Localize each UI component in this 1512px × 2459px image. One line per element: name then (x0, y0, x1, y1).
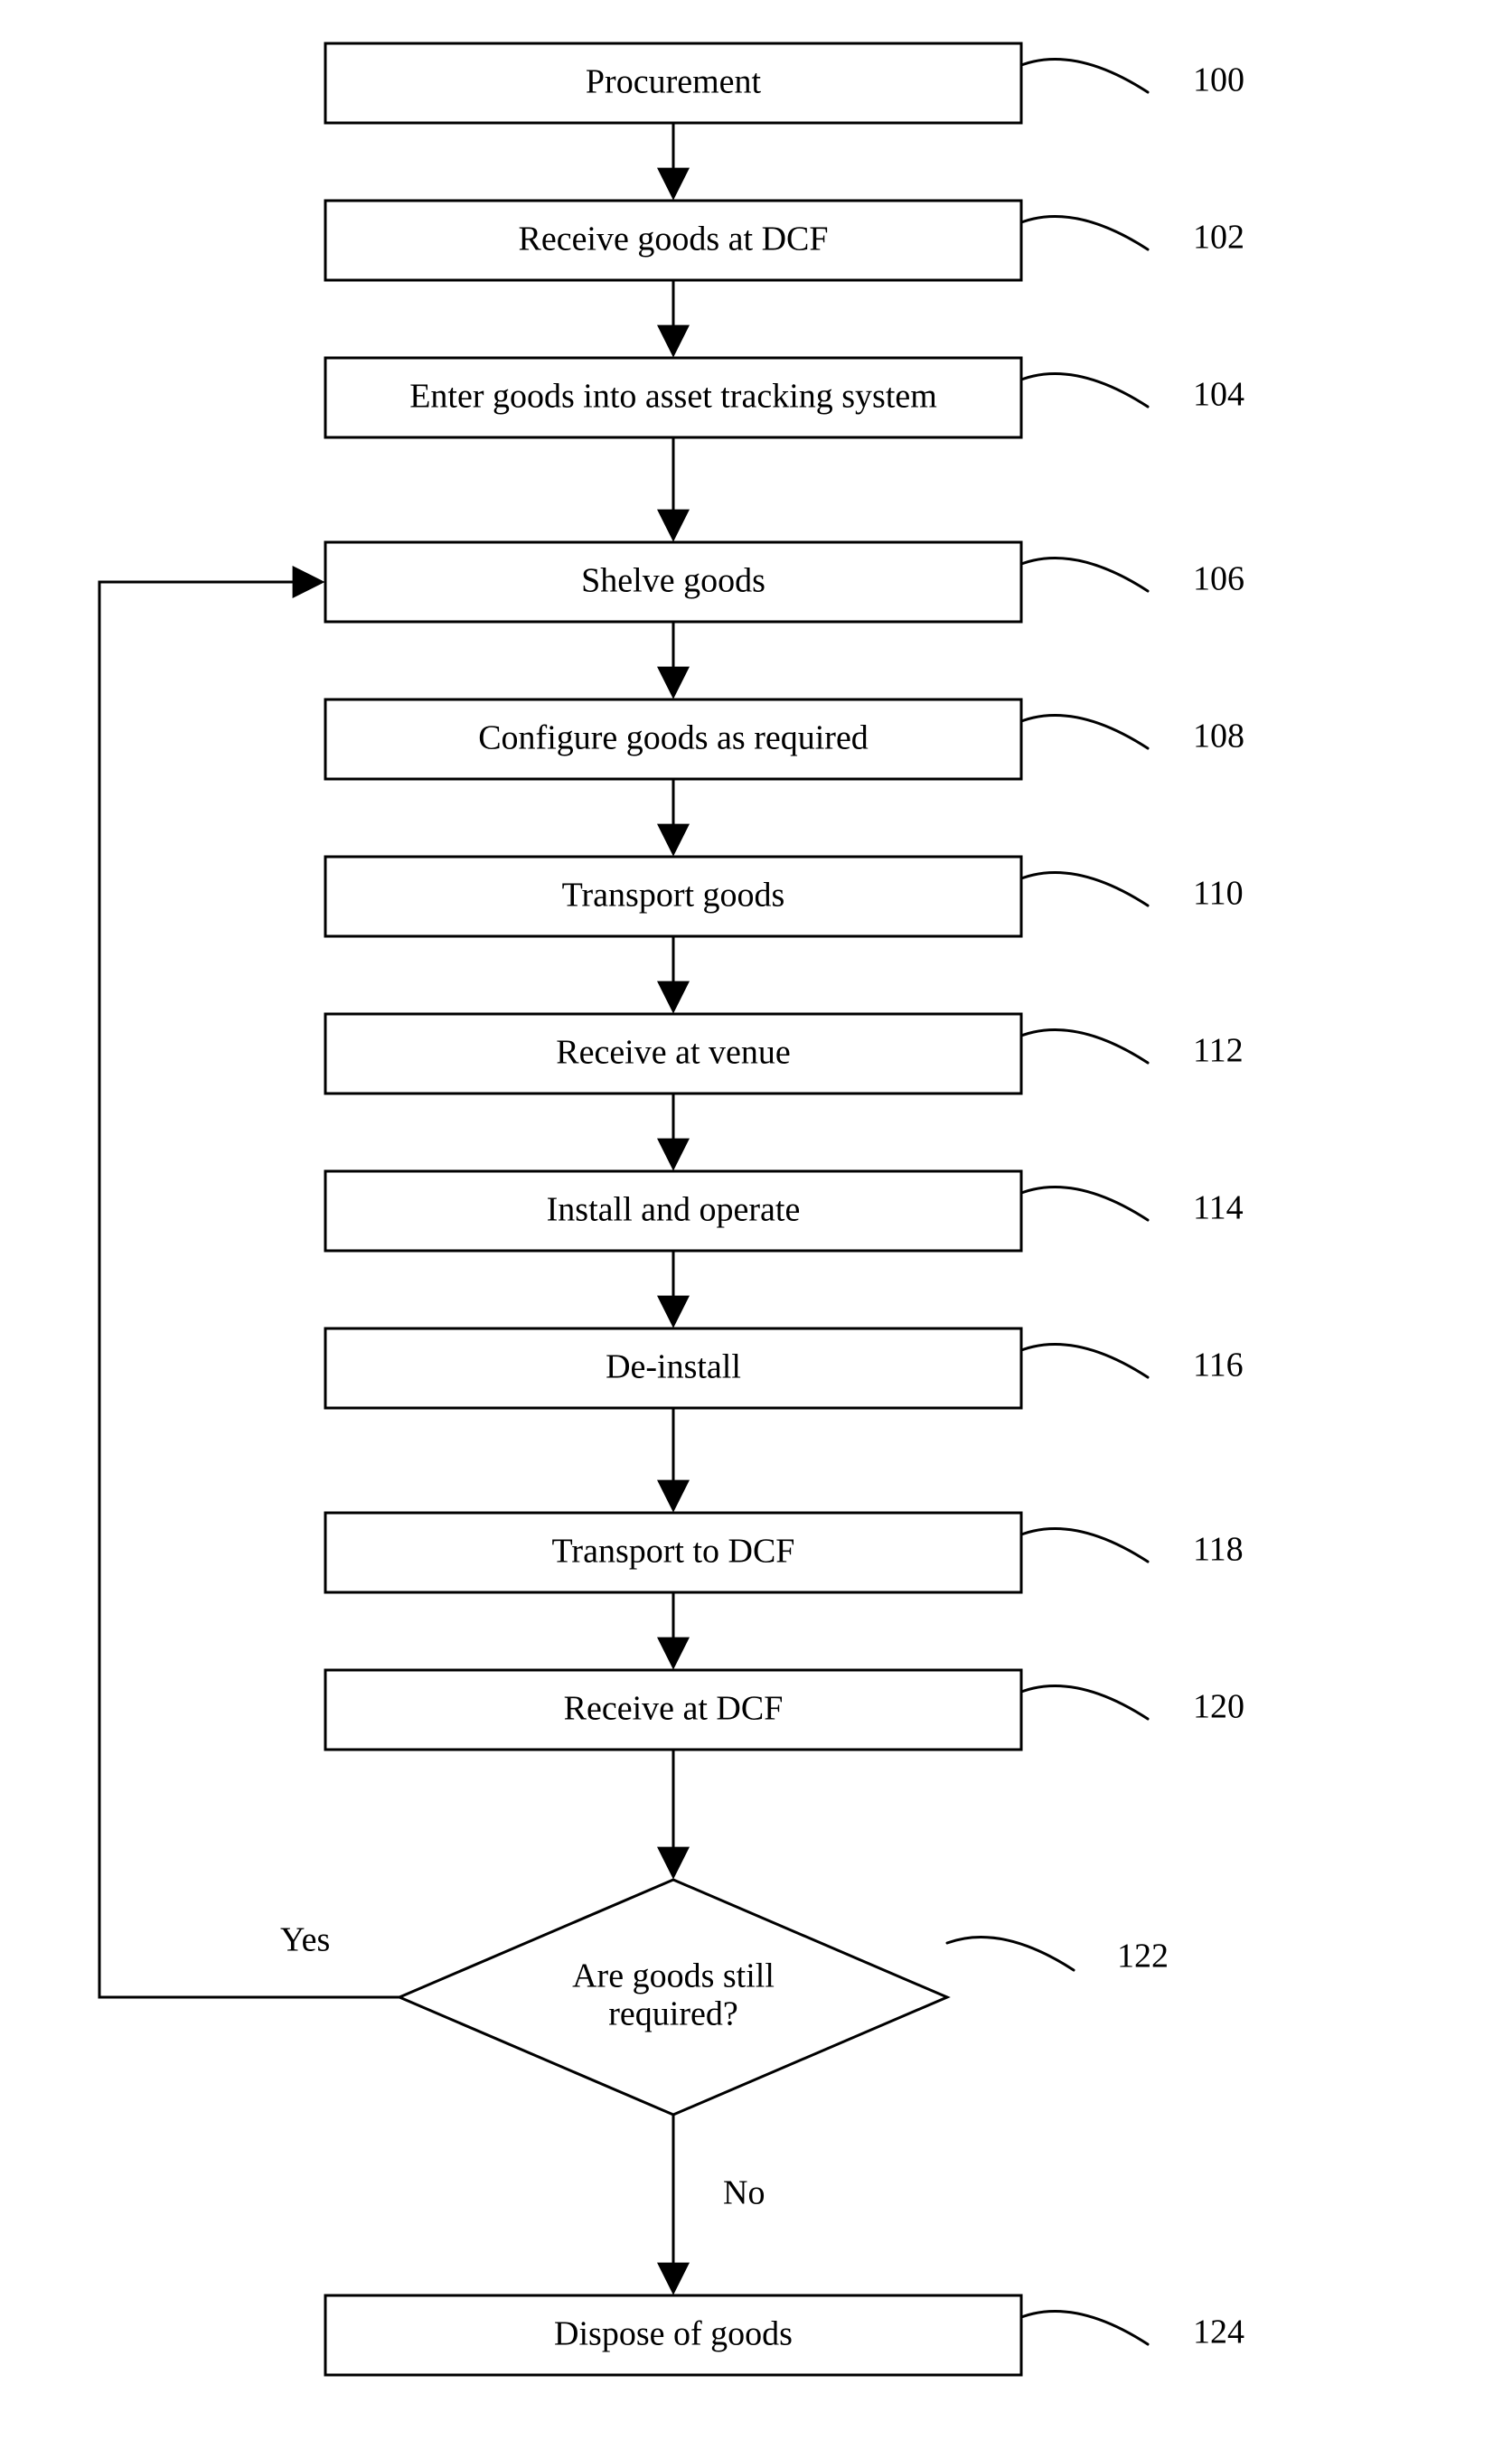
edge-yes (99, 582, 399, 1997)
node-label: Dispose of goods (554, 2315, 793, 2353)
node-label: Install and operate (547, 1191, 801, 1229)
node-receive-goods-dcf: Receive goods at DCF 102 (325, 201, 1244, 280)
node-receive-venue: Receive at venue 112 (325, 1014, 1244, 1093)
node-enter-goods: Enter goods into asset tracking system 1… (325, 358, 1244, 437)
node-decision-goods-required: Are goods still required? 122 (399, 1880, 1169, 2115)
node-ref: 104 (1193, 376, 1244, 414)
node-label: Shelve goods (581, 562, 765, 600)
flowchart: Procurement 100 Receive goods at DCF 102… (0, 0, 1512, 2459)
node-dispose-goods: Dispose of goods 124 (325, 2295, 1244, 2375)
node-ref: 118 (1193, 1531, 1244, 1569)
node-label: Transport goods (562, 877, 785, 915)
node-ref: 116 (1193, 1347, 1244, 1384)
node-deinstall: De-install 116 (325, 1328, 1244, 1408)
node-install-operate: Install and operate 114 (325, 1171, 1244, 1251)
node-label: De-install (606, 1348, 741, 1386)
node-label: Configure goods as required (478, 719, 869, 757)
node-procurement: Procurement 100 (325, 43, 1244, 123)
node-label: Procurement (586, 63, 762, 101)
node-ref: 108 (1193, 718, 1244, 756)
node-shelve-goods: Shelve goods 106 (325, 542, 1244, 622)
node-ref: 122 (1117, 1938, 1169, 1976)
node-receive-dcf: Receive at DCF 120 (325, 1670, 1244, 1750)
edge-label-no: No (723, 2174, 765, 2212)
node-label: Transport to DCF (552, 1533, 795, 1571)
node-label: Receive at venue (556, 1034, 791, 1072)
node-ref: 100 (1193, 61, 1244, 99)
node-ref: 110 (1193, 875, 1244, 913)
node-configure-goods: Configure goods as required 108 (325, 699, 1244, 779)
node-ref: 106 (1193, 560, 1244, 598)
node-label: Receive at DCF (564, 1690, 784, 1728)
edge-label-yes: Yes (280, 1921, 330, 1959)
node-label: Receive goods at DCF (518, 221, 828, 258)
node-label: required? (608, 1995, 737, 2033)
node-label: Are goods still (572, 1957, 775, 1995)
node-transport-goods: Transport goods 110 (325, 857, 1244, 936)
node-ref: 120 (1193, 1688, 1244, 1726)
node-ref: 114 (1193, 1189, 1244, 1227)
node-ref: 102 (1193, 219, 1244, 257)
node-ref: 124 (1193, 2314, 1244, 2351)
node-transport-dcf: Transport to DCF 118 (325, 1513, 1244, 1592)
node-ref: 112 (1193, 1032, 1244, 1070)
node-label: Enter goods into asset tracking system (409, 378, 937, 416)
